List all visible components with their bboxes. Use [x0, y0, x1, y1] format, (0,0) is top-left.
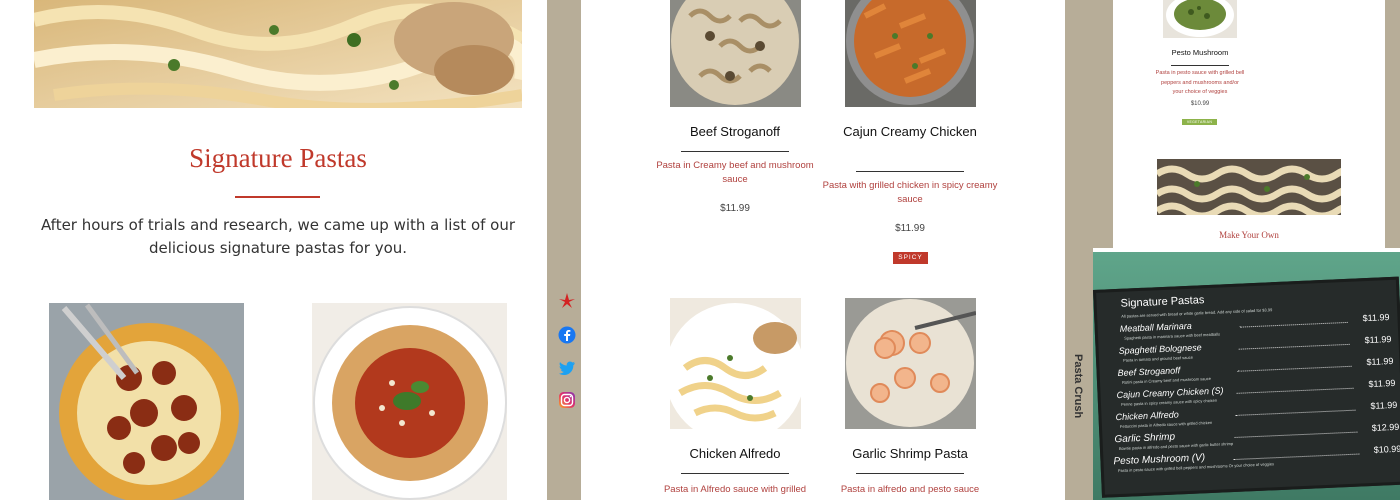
- title-divider: [235, 196, 320, 198]
- pesto-mushroom-image: [1163, 0, 1237, 38]
- chalkboard-item-price: $10.99: [1373, 443, 1400, 455]
- chalkboard-item-price: $11.99: [1368, 377, 1396, 390]
- item-name-cajun-creamy-chicken: Cajun Creamy Chicken: [843, 124, 977, 139]
- chalkboard-leader-dots: [1238, 343, 1350, 350]
- chalkboard-title: Signature Pastas: [1120, 294, 1205, 310]
- chalkboard-leader-dots: [1233, 453, 1360, 461]
- item-divider: [856, 473, 964, 474]
- chalkboard-item-name: Beef Stroganoff: [1117, 365, 1181, 378]
- item-desc-beef-stroganoff: Pasta in Creamy beef and mushroom sauce: [656, 160, 814, 185]
- yelp-icon[interactable]: [558, 292, 576, 310]
- chalkboard-item-price: $11.99: [1364, 334, 1392, 346]
- item-name-beef-stroganoff: Beef Stroganoff: [689, 124, 781, 139]
- meatball-marinara-image: [49, 303, 244, 500]
- chalkboard-item-desc: Pasta in tomato and ground beef sauce: [1122, 354, 1193, 363]
- chalkboard-item-price: $11.99: [1366, 355, 1394, 368]
- chalkboard-item-name: Chicken Alfredo: [1115, 409, 1179, 423]
- spicy-badge: SPICY: [893, 252, 928, 264]
- spaghetti-bolognese-image: [312, 303, 507, 500]
- item-price-cajun-creamy-chicken: $11.99: [895, 223, 925, 234]
- chalkboard-leader-dots: [1239, 321, 1348, 328]
- panel-border: [1385, 0, 1400, 248]
- cajun-creamy-chicken-image: [845, 0, 976, 107]
- menu-screenshot-panel: Pesto Mushroom Pasta in pesto sauce with…: [1093, 0, 1400, 248]
- item-divider: [681, 151, 789, 152]
- chalkboard-menu-photo: Signature Pastas All pastas are served w…: [1093, 252, 1400, 500]
- chalkboard-item-desc: Rotini pasta in Creamy beef and mushroom…: [1121, 375, 1212, 385]
- chalkboard-leader-dots: [1236, 387, 1354, 394]
- panel-border: [1093, 0, 1113, 248]
- instagram-icon[interactable]: [558, 391, 576, 409]
- item-name-garlic-shrimp-pasta: Garlic Shrimp Pasta: [852, 446, 968, 461]
- side-brand-label: Pasta Crush: [1072, 354, 1084, 419]
- garlic-shrimp-pasta-image: [845, 298, 976, 429]
- chalkboard-leader-dots: [1237, 365, 1352, 372]
- beef-stroganoff-image: [670, 0, 801, 107]
- chalkboard-item-price: $12.99: [1371, 421, 1400, 433]
- item-divider: [681, 473, 789, 474]
- item-divider: [856, 171, 964, 172]
- chalkboard-item-price: $11.99: [1362, 312, 1390, 324]
- pesto-mushroom-desc: Pasta in pesto sauce with grilled bell p…: [1155, 70, 1245, 95]
- menu-items-panel: Beef Stroganoff Pasta in Creamy beef and…: [581, 0, 1065, 500]
- make-your-own-image: [1157, 159, 1341, 215]
- page-title: Signature Pastas: [189, 143, 367, 173]
- left-border-strip: [547, 0, 581, 500]
- item-desc-garlic-shrimp-pasta: Pasta in alfredo and pesto sauce: [840, 484, 980, 495]
- twitter-icon[interactable]: [558, 359, 576, 377]
- make-your-own-heading: Make Your Own: [1219, 230, 1279, 240]
- chalkboard-leader-dots: [1235, 409, 1356, 416]
- intro-text: After hours of trials and research, we c…: [40, 216, 516, 257]
- pesto-mushroom-price: $10.99: [1190, 101, 1210, 107]
- item-desc-cajun-creamy-chicken: Pasta with grilled chicken in spicy crea…: [822, 180, 998, 205]
- chicken-alfredo-image: [670, 298, 801, 429]
- pesto-mushroom-name: Pesto Mushroom: [1171, 48, 1229, 57]
- chalkboard-item-price: $11.99: [1370, 399, 1398, 412]
- item-divider: [1171, 65, 1229, 66]
- facebook-icon[interactable]: [558, 326, 576, 344]
- chalkboard-leader-dots: [1234, 431, 1358, 438]
- item-desc-chicken-alfredo: Pasta in Alfredo sauce with grilled: [663, 484, 807, 495]
- fettuccine-hero-image: [34, 0, 522, 108]
- right-border-strip: [1065, 0, 1093, 500]
- item-name-chicken-alfredo: Chicken Alfredo: [689, 446, 781, 461]
- item-price-beef-stroganoff: $11.99: [720, 203, 750, 214]
- chalkboard-item-name: Meatball Marinara: [1119, 320, 1192, 334]
- chalkboard: Signature Pastas All pastas are served w…: [1093, 276, 1400, 498]
- vegetarian-badge: VEGETARIAN: [1182, 119, 1217, 125]
